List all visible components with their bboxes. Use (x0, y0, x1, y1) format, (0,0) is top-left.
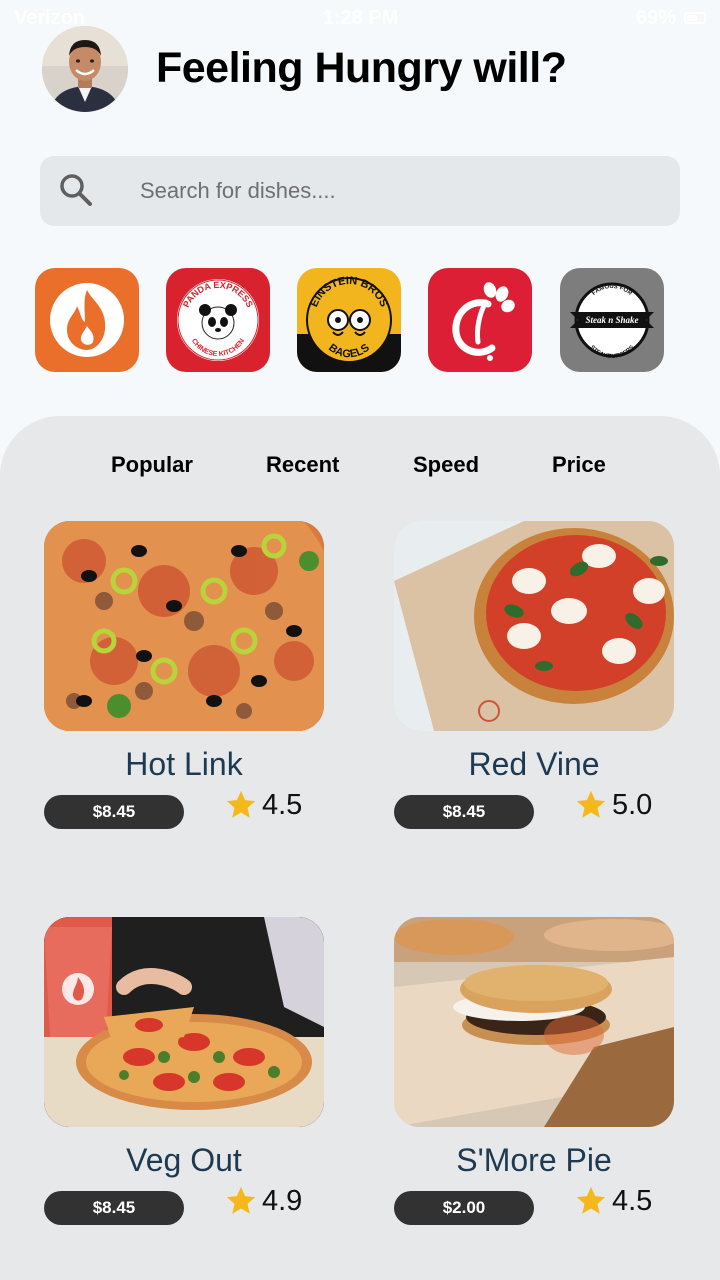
rating: 5.0 (574, 788, 652, 822)
rating-value: 4.5 (262, 788, 303, 821)
rating-value: 4.5 (612, 1184, 653, 1217)
pizza-image-icon (44, 917, 324, 1127)
restaurant-einstein-bros[interactable]: EINSTEIN BROS BAGELS (297, 268, 401, 372)
status-bar: Verizon 1:28 PM 69% (0, 0, 720, 36)
dish-image-hot-link[interactable] (44, 521, 324, 731)
price-badge[interactable]: $8.45 (44, 1191, 184, 1225)
tab-recent[interactable]: Recent (266, 452, 339, 478)
dish-name[interactable]: Hot Link (44, 746, 324, 783)
sns-mid-text: Steak n Shake (585, 315, 638, 325)
rating-value: 5.0 (612, 788, 653, 821)
rating: 4.9 (224, 1184, 302, 1218)
price-badge[interactable]: $2.00 (394, 1191, 534, 1225)
dessert-image-icon (394, 917, 674, 1127)
star-icon (576, 790, 606, 818)
dish-name[interactable]: Red Vine (394, 746, 674, 783)
pizza-image-icon (44, 521, 324, 731)
tab-popular[interactable]: Popular (111, 452, 193, 478)
panda-express-logo-icon: PANDA EXPRESS CHINESE KITCHEN (175, 277, 261, 363)
restaurant-flame[interactable] (35, 268, 139, 372)
dish-name[interactable]: Veg Out (44, 1142, 324, 1179)
battery-percent: 69% (635, 6, 676, 29)
tab-price[interactable]: Price (552, 452, 606, 478)
rating-value: 4.9 (262, 1184, 303, 1217)
pizza-image-icon (394, 521, 674, 731)
battery-icon (683, 12, 706, 24)
restaurant-chick-fil-a[interactable] (428, 268, 532, 372)
chick-fil-a-logo-icon (452, 282, 515, 361)
rating: 4.5 (574, 1184, 652, 1218)
tab-speed[interactable]: Speed (413, 452, 479, 478)
user-photo-icon (42, 26, 128, 112)
search-icon[interactable] (58, 172, 94, 208)
einstein-bros-logo-icon: EINSTEIN BROS BAGELS (297, 275, 401, 372)
rating: 4.5 (224, 788, 302, 822)
price-badge[interactable]: $8.45 (394, 795, 534, 829)
dish-image-smore-pie[interactable] (394, 917, 674, 1127)
steak-n-shake-logo-icon: FAMOUS FOR STEAKBURGERS Steak n Shake (570, 282, 654, 360)
star-icon (226, 1186, 256, 1214)
price-badge[interactable]: $8.45 (44, 795, 184, 829)
clock: 1:28 PM (322, 6, 399, 29)
carrier-label: Verizon (14, 6, 86, 29)
dish-name[interactable]: S'More Pie (394, 1142, 674, 1179)
restaurant-steak-n-shake[interactable]: FAMOUS FOR STEAKBURGERS Steak n Shake (560, 268, 664, 372)
page-title: Feeling Hungry will? (156, 44, 567, 92)
dish-image-veg-out[interactable] (44, 917, 324, 1127)
avatar[interactable] (42, 26, 128, 112)
star-icon (226, 790, 256, 818)
dish-image-red-vine[interactable] (394, 521, 674, 731)
star-icon (576, 1186, 606, 1214)
flame-logo-icon (50, 283, 124, 357)
restaurant-panda-express[interactable]: PANDA EXPRESS CHINESE KITCHEN (166, 268, 270, 372)
search-input[interactable] (140, 172, 640, 210)
